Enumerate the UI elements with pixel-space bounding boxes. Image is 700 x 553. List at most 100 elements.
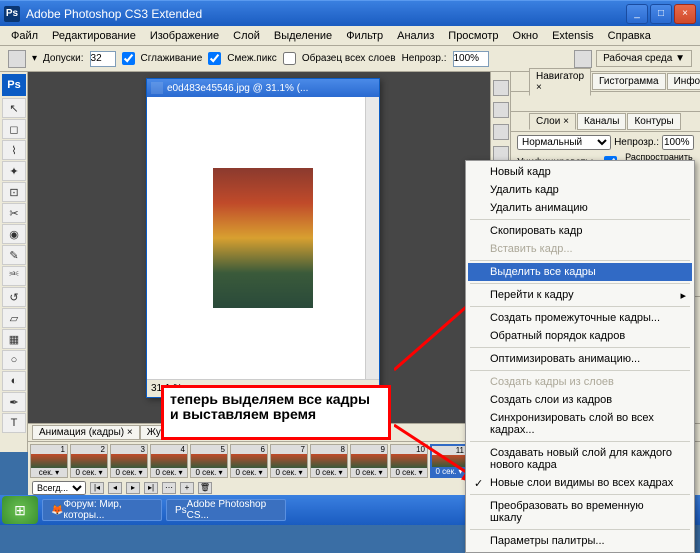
menu-item[interactable]: Скопировать кадр	[468, 222, 692, 240]
document-window[interactable]: e0d483e45546.jpg @ 31.1% (... 31,1 %	[146, 78, 380, 398]
tab[interactable]: Инфо	[667, 73, 700, 90]
workspace-button[interactable]: Рабочая среда ▼	[596, 50, 692, 67]
blur-tool[interactable]: ○	[2, 350, 26, 370]
antialias-checkbox[interactable]	[122, 52, 135, 65]
minimize-button[interactable]: _	[626, 4, 648, 24]
layer-opacity-input[interactable]	[662, 135, 694, 150]
tab[interactable]: Гистограмма	[592, 73, 666, 90]
menu-item[interactable]: Выделить все кадры	[468, 263, 692, 281]
tab[interactable]: Каналы	[577, 113, 627, 130]
tab[interactable]: Навигатор ×	[529, 68, 591, 96]
document-icon	[151, 82, 163, 94]
animation-frame[interactable]: 40 сек. ▾	[150, 444, 188, 478]
menu-файл[interactable]: Файл	[4, 28, 45, 44]
animation-frame[interactable]: 80 сек. ▾	[310, 444, 348, 478]
animation-frame[interactable]: 100 сек. ▾	[390, 444, 428, 478]
gradient-tool[interactable]: ▦	[2, 329, 26, 349]
strip-icon[interactable]	[493, 124, 509, 140]
vertical-scrollbar[interactable]	[365, 97, 379, 379]
menu-слой[interactable]: Слой	[226, 28, 267, 44]
maximize-button[interactable]: □	[650, 4, 672, 24]
lasso-tool[interactable]: ⌇	[2, 140, 26, 160]
brush-tool[interactable]: ✎	[2, 245, 26, 265]
menu-extensis[interactable]: Extensis	[545, 28, 601, 44]
pen-tool[interactable]: ✒	[2, 392, 26, 412]
menu-item[interactable]: Преобразовать во временную шкалу	[468, 497, 692, 527]
opacity-label: Непрозр.:	[402, 53, 447, 64]
menubar: ФайлРедактированиеИзображениеСлойВыделен…	[0, 26, 700, 46]
menu-окно[interactable]: Окно	[506, 28, 546, 44]
loop-select[interactable]: Всегд...	[32, 481, 86, 495]
menu-фильтр[interactable]: Фильтр	[339, 28, 390, 44]
strip-icon[interactable]	[493, 80, 509, 96]
tab[interactable]: Слои ×	[529, 113, 576, 130]
contiguous-checkbox[interactable]	[208, 52, 221, 65]
animation-frame[interactable]: 50 сек. ▾	[190, 444, 228, 478]
taskbar-item[interactable]: Ps Adobe Photoshop CS...	[166, 499, 286, 521]
crop-tool[interactable]: ⊡	[2, 182, 26, 202]
type-tool[interactable]: T	[2, 413, 26, 433]
menu-item[interactable]: Новые слои видимы во всех кадрах	[468, 474, 692, 492]
app-titlebar: Ps Adobe Photoshop CS3 Extended _ □ ×	[0, 0, 700, 26]
taskbar-item[interactable]: 🦊 Форум: Мир, которы...	[42, 499, 162, 521]
document-titlebar[interactable]: e0d483e45546.jpg @ 31.1% (...	[147, 79, 379, 97]
menu-справка[interactable]: Справка	[601, 28, 658, 44]
eraser-tool[interactable]: ▱	[2, 308, 26, 328]
animation-frame[interactable]: 30 сек. ▾	[110, 444, 148, 478]
app-icon: Ps	[4, 6, 20, 22]
ps-logo: Ps	[2, 74, 26, 96]
menu-изображение[interactable]: Изображение	[143, 28, 226, 44]
heal-tool[interactable]: ◉	[2, 224, 26, 244]
history-brush-tool[interactable]: ↺	[2, 287, 26, 307]
tween-button[interactable]: ⋯	[162, 482, 176, 494]
menu-item[interactable]: Синхронизировать слой во всех кадрах...	[468, 409, 692, 439]
menu-item[interactable]: Удалить анимацию	[468, 199, 692, 217]
menu-item[interactable]: Новый кадр	[468, 163, 692, 181]
tolerance-label: Допуски:	[43, 53, 84, 64]
menu-item[interactable]: Обратный порядок кадров	[468, 327, 692, 345]
animation-frame[interactable]: 60 сек. ▾	[230, 444, 268, 478]
slice-tool[interactable]: ✂	[2, 203, 26, 223]
play-button[interactable]: ▸	[126, 482, 140, 494]
toolbox: Ps ↖ ◻ ⌇ ✦ ⊡ ✂ ◉ ✎ ⎃ ↺ ▱ ▦ ○ ◐ ✒ T	[0, 72, 28, 452]
animation-frame[interactable]: 90 сек. ▾	[350, 444, 388, 478]
menu-item[interactable]: Удалить кадр	[468, 181, 692, 199]
opacity-input[interactable]	[453, 51, 489, 67]
close-button[interactable]: ×	[674, 4, 696, 24]
move-tool[interactable]: ↖	[2, 98, 26, 118]
tolerance-input[interactable]	[90, 51, 116, 67]
menu-редактирование[interactable]: Редактирование	[45, 28, 143, 44]
menu-item[interactable]: Параметры палитры...	[468, 532, 692, 550]
menu-item[interactable]: Создать слои из кадров	[468, 391, 692, 409]
new-frame-button[interactable]: +	[180, 482, 194, 494]
marquee-tool[interactable]: ◻	[2, 119, 26, 139]
menu-item[interactable]: Создавать новый слой для каждого нового …	[468, 444, 692, 474]
menu-просмотр[interactable]: Просмотр	[441, 28, 505, 44]
menu-выделение[interactable]: Выделение	[267, 28, 339, 44]
magic-wand-icon	[8, 50, 26, 68]
all-layers-checkbox[interactable]	[283, 52, 296, 65]
wand-tool[interactable]: ✦	[2, 161, 26, 181]
first-frame-button[interactable]: |◂	[90, 482, 104, 494]
animation-frame[interactable]: 110 сек. ▾	[430, 444, 468, 478]
menu-item: Создать кадры из слоев	[468, 373, 692, 391]
prev-frame-button[interactable]: ◂	[108, 482, 122, 494]
next-frame-button[interactable]: ▸|	[144, 482, 158, 494]
tab[interactable]: Контуры	[627, 113, 680, 130]
go-bridge-icon[interactable]	[574, 50, 592, 68]
stamp-tool[interactable]: ⎃	[2, 266, 26, 286]
delete-frame-button[interactable]: 🗑	[198, 482, 212, 494]
animation-frame[interactable]: 20 сек. ▾	[70, 444, 108, 478]
animation-frame[interactable]: 70 сек. ▾	[270, 444, 308, 478]
document-canvas[interactable]	[147, 97, 379, 379]
menu-item[interactable]: Оптимизировать анимацию...	[468, 350, 692, 368]
start-button[interactable]: ⊞	[2, 496, 38, 524]
menu-item[interactable]: Перейти к кадру	[468, 286, 692, 304]
menu-анализ[interactable]: Анализ	[390, 28, 441, 44]
tab[interactable]: Анимация (кадры) ×	[32, 425, 140, 440]
strip-icon[interactable]	[493, 102, 509, 118]
blend-mode-select[interactable]: Нормальный	[517, 135, 611, 150]
dodge-tool[interactable]: ◐	[2, 371, 26, 391]
animation-frame[interactable]: 1сек. ▾	[30, 444, 68, 478]
menu-item[interactable]: Создать промежуточные кадры...	[468, 309, 692, 327]
